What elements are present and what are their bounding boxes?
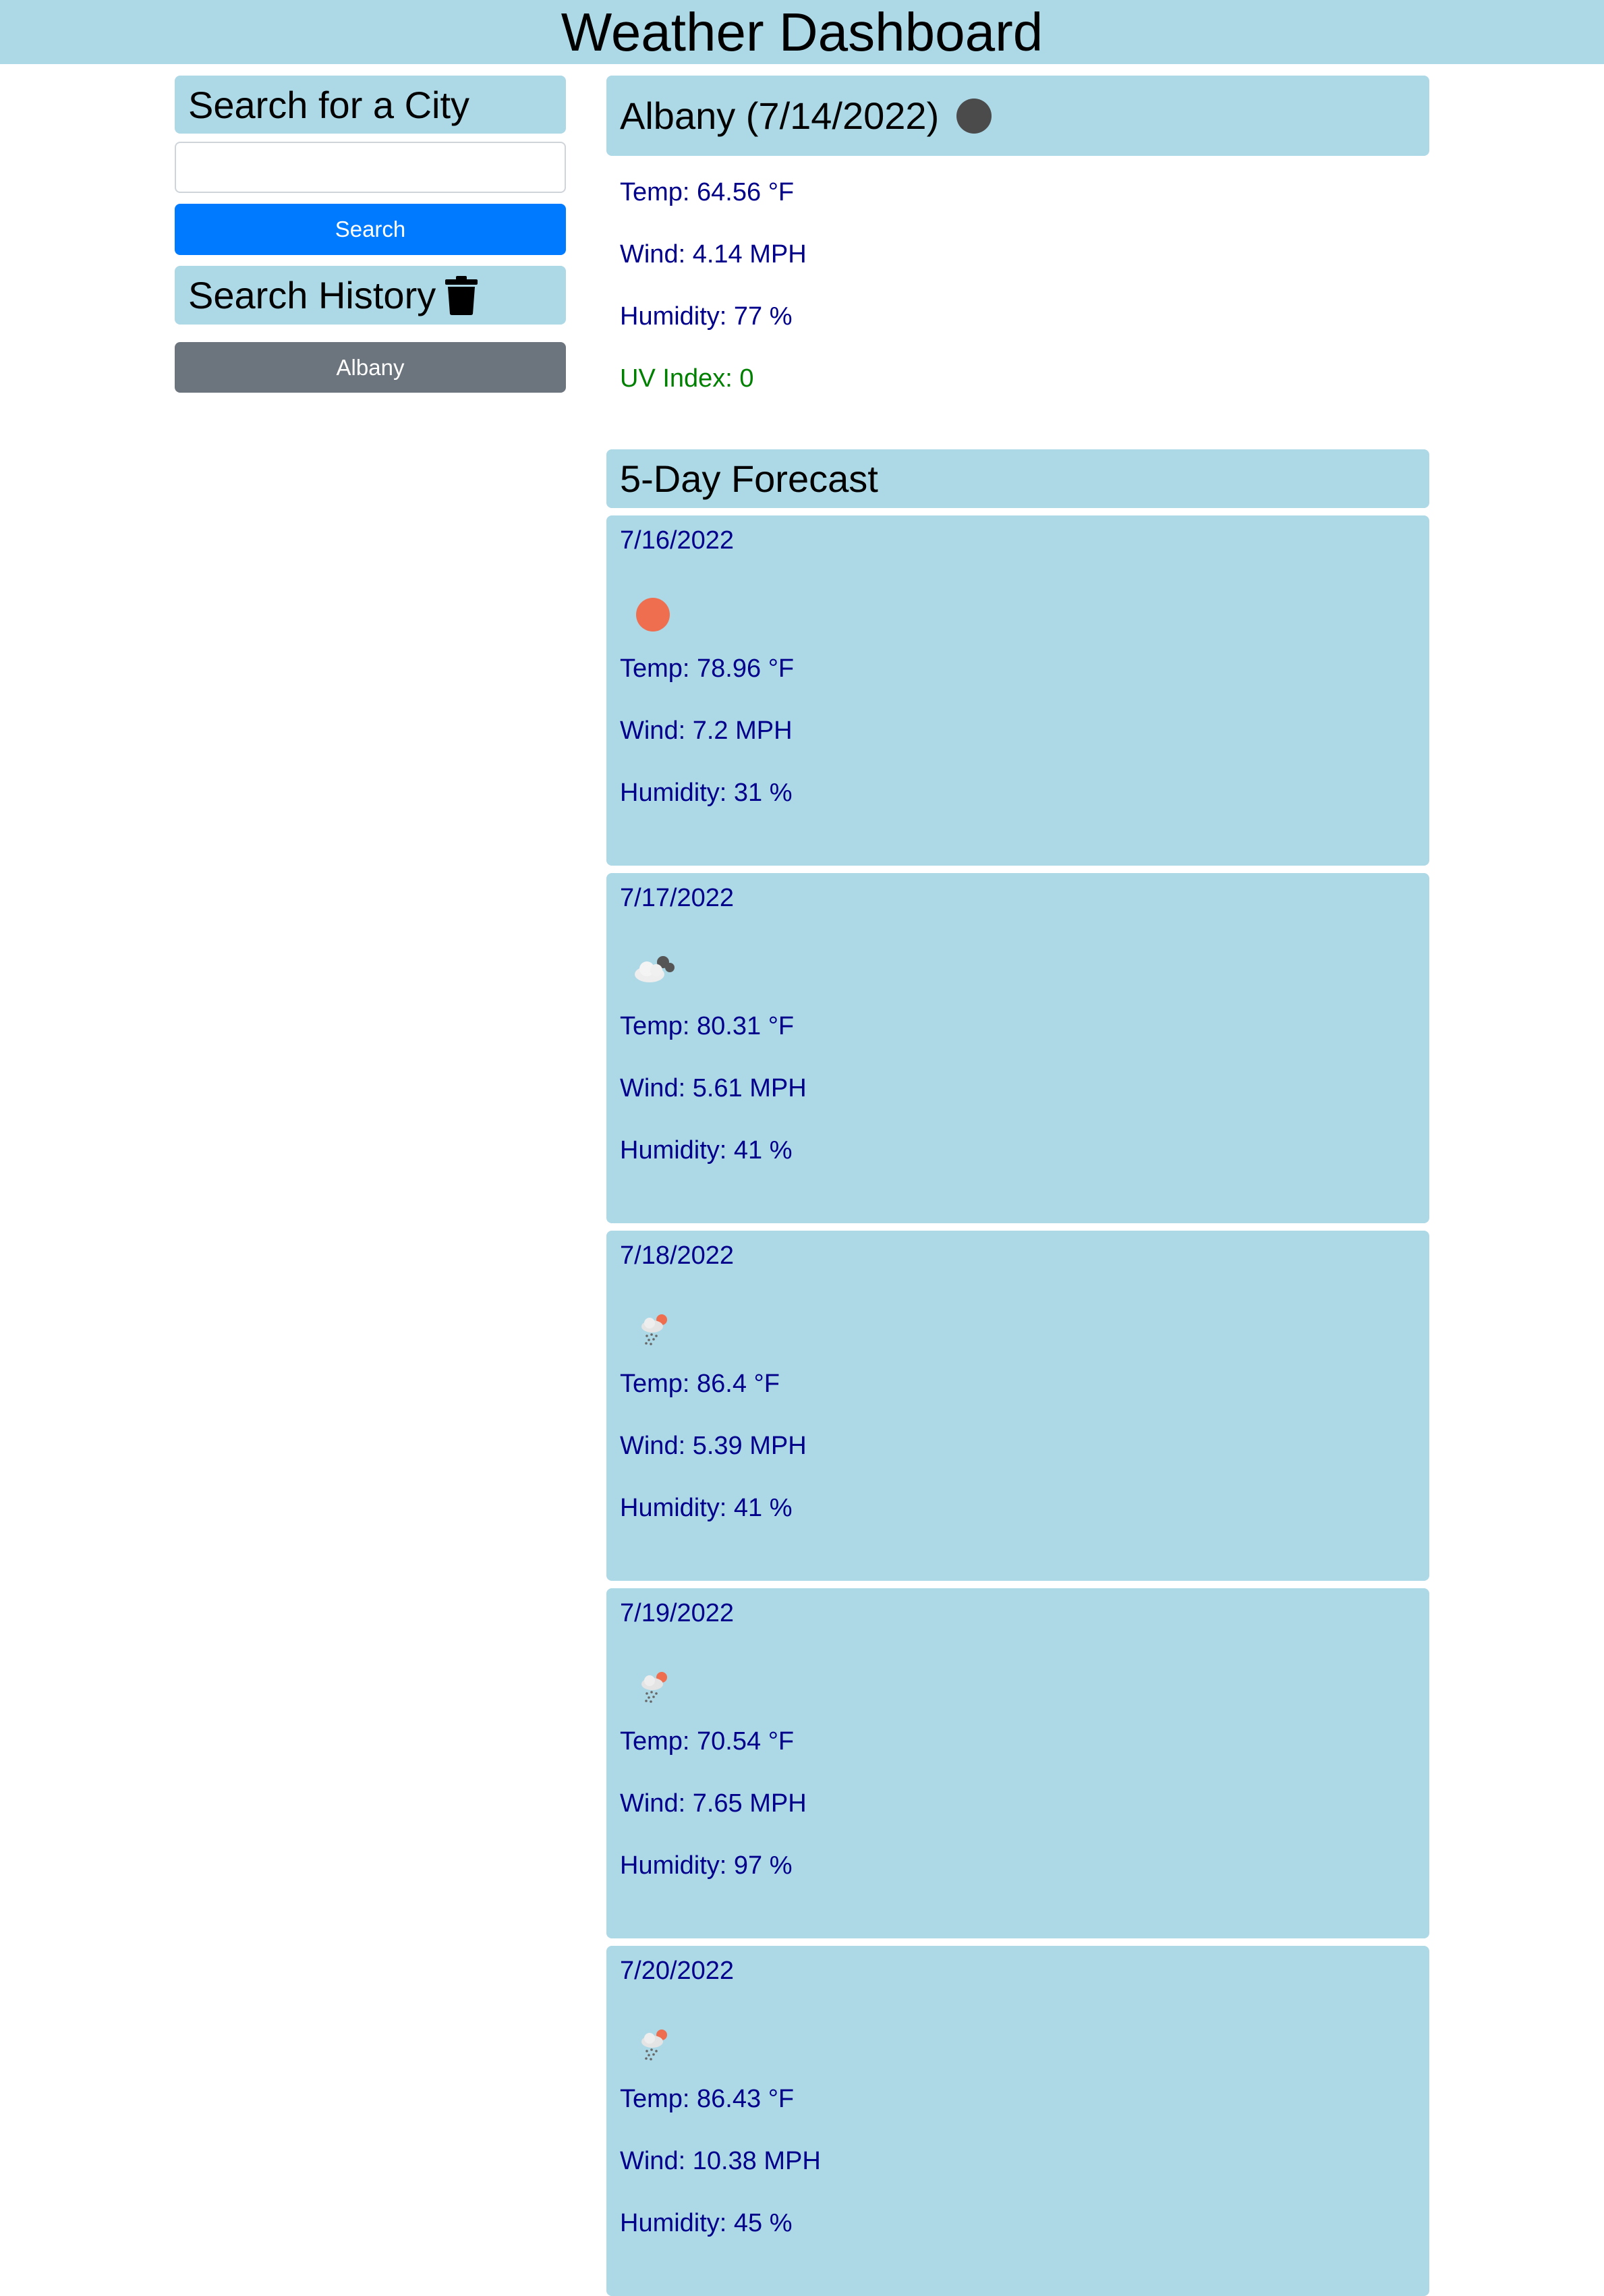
moon-icon [956, 98, 992, 134]
forecast-temp: Temp: 86.43 °F [620, 2085, 795, 2113]
rain-icon [641, 2029, 667, 2061]
forecast-temp: Temp: 86.4 °F [620, 1370, 780, 1398]
current-weather-header: Albany (7/14/2022) [606, 76, 1429, 156]
forecast-card: 7/18/2022 Temp: 86.4 °F Wind: 5.39 MPH H [606, 1231, 1429, 1581]
search-history-header: Search History [175, 266, 566, 325]
forecast-date: 7/16/2022 [620, 526, 735, 555]
forecast-wind: Wind: 5.39 MPH [620, 1432, 807, 1460]
search-input[interactable] [175, 142, 566, 193]
main-content: Albany (7/14/2022) Temp: 64.56 °F Wind: … [606, 76, 1429, 2296]
search-button[interactable]: Search [175, 204, 566, 255]
search-title: Search for a City [175, 76, 566, 134]
sun-icon [636, 598, 670, 632]
forecast-humidity: Humidity: 41 % [620, 1136, 793, 1165]
forecast-humidity: Humidity: 97 % [620, 1851, 793, 1880]
forecast-humidity: Humidity: 41 % [620, 1494, 793, 1522]
forecast-title: 5-Day Forecast [606, 449, 1429, 508]
history-item-albany[interactable]: Albany [175, 342, 566, 393]
page-title: Weather Dashboard [561, 1, 1043, 62]
forecast-wind: Wind: 5.61 MPH [620, 1074, 807, 1102]
forecast-card: 7/17/2022 Temp: 80.31 °F Wind: 5.61 MPH … [606, 873, 1429, 1223]
rain-icon [641, 1314, 667, 1345]
trash-icon[interactable] [444, 275, 479, 316]
current-city-date: Albany (7/14/2022) [620, 94, 940, 137]
forecast-list: 7/16/2022 Temp: 78.96 °F Wind: 7.2 MPH H… [606, 515, 1429, 2296]
forecast-card: 7/16/2022 Temp: 78.96 °F Wind: 7.2 MPH H… [606, 515, 1429, 866]
current-temp: Temp: 64.56 °F [620, 178, 795, 206]
forecast-wind: Wind: 10.38 MPH [620, 2147, 821, 2175]
current-uv-index: UV Index: 0 [620, 364, 754, 393]
cloud-icon [635, 956, 675, 982]
forecast-wind: Wind: 7.65 MPH [620, 1789, 807, 1818]
forecast-wind: Wind: 7.2 MPH [620, 717, 793, 745]
forecast-date: 7/20/2022 [620, 1957, 735, 1985]
forecast-temp: Temp: 80.31 °F [620, 1012, 795, 1040]
forecast-humidity: Humidity: 31 % [620, 779, 793, 807]
current-wind: Wind: 4.14 MPH [620, 240, 807, 269]
forecast-card: 7/19/2022 Temp: 70.54 °F Wind: 7.65 MPH [606, 1588, 1429, 1938]
forecast-date: 7/19/2022 [620, 1599, 735, 1627]
rain-icon [641, 1672, 667, 1703]
forecast-date: 7/18/2022 [620, 1241, 735, 1270]
forecast-temp: Temp: 70.54 °F [620, 1727, 795, 1756]
sidebar: Search for a City Search Search History … [175, 76, 566, 393]
forecast-card: 7/20/2022 Temp: 86.43 °F Wind: 10.38 MPH [606, 1946, 1429, 2296]
forecast-temp: Temp: 78.96 °F [620, 654, 795, 683]
current-humidity: Humidity: 77 % [620, 302, 793, 331]
current-weather-stats: Temp: 64.56 °F Wind: 4.14 MPH Humidity: … [606, 179, 1429, 428]
forecast-date: 7/17/2022 [620, 884, 735, 912]
forecast-humidity: Humidity: 45 % [620, 2209, 793, 2237]
page-header: Weather Dashboard [0, 0, 1604, 64]
search-history-title: Search History [188, 274, 436, 316]
